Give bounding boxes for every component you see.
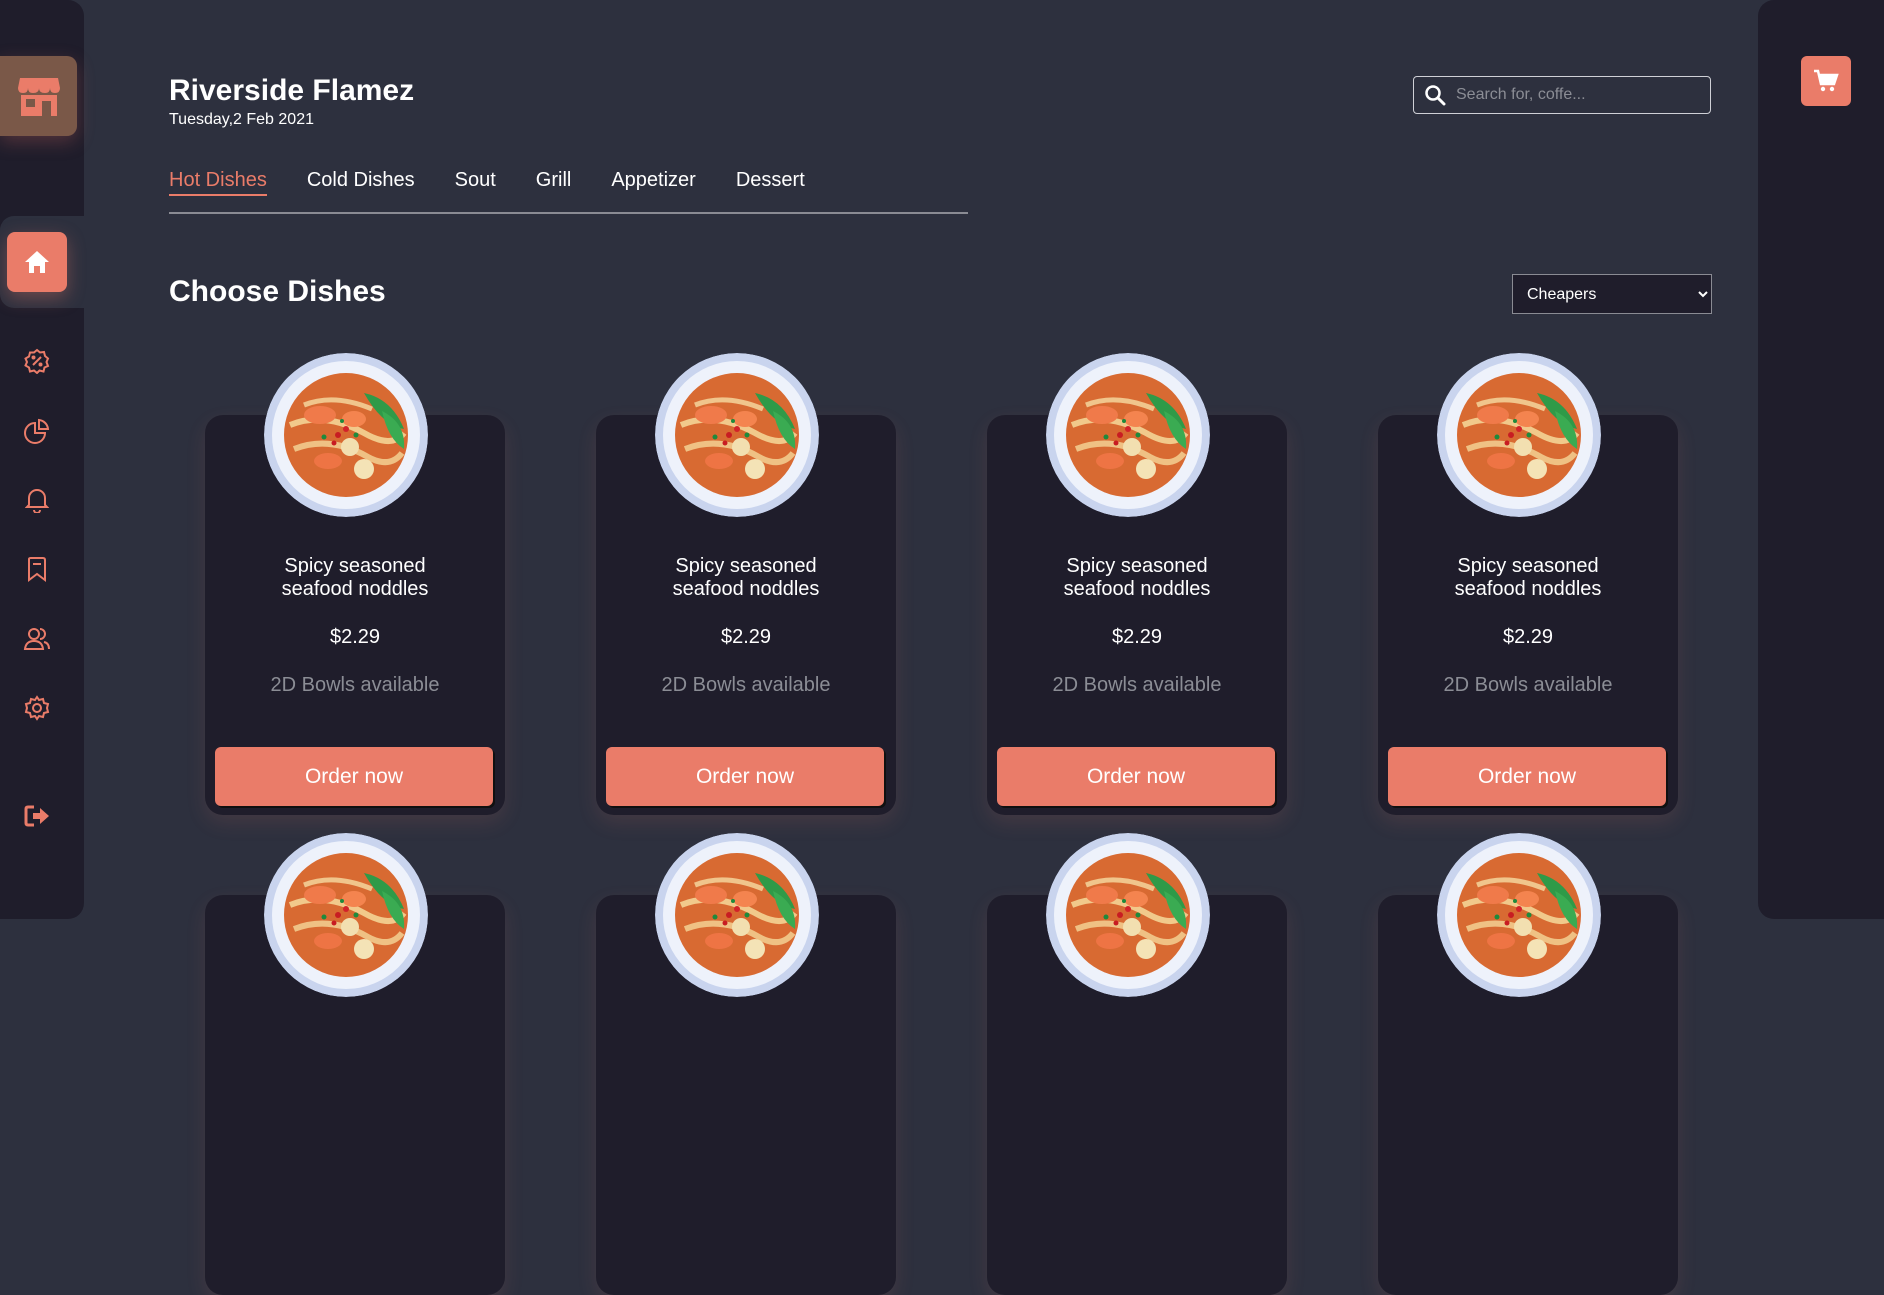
tab-dessert[interactable]: Dessert	[736, 168, 805, 194]
dish-availability: 2D Bowls available	[1052, 674, 1222, 696]
dish-image	[1437, 833, 1601, 997]
sidebar-item-notifications[interactable]	[20, 483, 54, 517]
dish-card: Spicy seasoned seafood noddles $2.29 2D …	[1378, 353, 1678, 815]
dish-card: Spicy seasoned seafood noddles $2.29 2D …	[987, 353, 1287, 815]
dish-availability: 2D Bowls available	[661, 674, 831, 696]
tab-soup[interactable]: Sout	[455, 168, 496, 194]
sidebar-item-home[interactable]	[7, 232, 67, 292]
dish-availability: 2D Bowls available	[270, 674, 440, 696]
tab-cold-dishes[interactable]: Cold Dishes	[307, 168, 415, 194]
bookmark-icon	[28, 557, 46, 582]
dish-image	[264, 833, 428, 997]
dish-price: $2.29	[1111, 626, 1163, 648]
search-input[interactable]	[1454, 85, 1698, 105]
sidebar-item-discount[interactable]	[20, 344, 54, 378]
tab-grill[interactable]: Grill	[536, 168, 572, 194]
logo[interactable]	[0, 56, 77, 136]
dish-card	[987, 833, 1287, 1295]
dish-image	[655, 353, 819, 517]
order-now-button[interactable]: Order now	[215, 747, 493, 806]
dish-name: Spicy seasoned seafood noddles	[672, 555, 820, 600]
dish-card	[1378, 833, 1678, 1295]
cart-icon	[1814, 69, 1839, 92]
dish-name: Spicy seasoned seafood noddles	[1454, 555, 1602, 600]
dish-image	[1046, 353, 1210, 517]
sidebar-item-home-container	[0, 216, 84, 308]
dish-price: $2.29	[720, 626, 772, 648]
dish-image	[264, 353, 428, 517]
dashboard-icon	[24, 418, 50, 444]
dish-name: Spicy seasoned seafood noddles	[1063, 555, 1211, 600]
home-icon	[25, 251, 49, 273]
search-box	[1413, 76, 1711, 114]
sort-select[interactable]: Cheapers	[1512, 274, 1712, 314]
dish-price: $2.29	[329, 626, 381, 648]
dish-price: $2.29	[1502, 626, 1554, 648]
order-now-button[interactable]: Order now	[606, 747, 884, 806]
tab-appetizer[interactable]: Appetizer	[611, 168, 696, 194]
order-now-button[interactable]: Order now	[997, 747, 1275, 806]
dish-image	[1046, 833, 1210, 997]
dish-card: Spicy seasoned seafood noddles $2.29 2D …	[205, 353, 505, 815]
search-icon	[1425, 85, 1446, 106]
dish-card	[205, 833, 505, 1295]
users-icon	[23, 628, 50, 650]
dish-name: Spicy seasoned seafood noddles	[281, 555, 429, 600]
cart-button[interactable]	[1801, 56, 1851, 106]
order-panel	[1758, 0, 1884, 919]
section-title: Choose Dishes	[169, 275, 386, 308]
store-icon	[17, 78, 60, 116]
sidebar	[0, 0, 84, 919]
dish-availability: 2D Bowls available	[1443, 674, 1613, 696]
current-date: Tuesday,2 Feb 2021	[169, 111, 314, 128]
sidebar-item-logout[interactable]	[20, 799, 54, 833]
sidebar-item-bookmarks[interactable]	[20, 552, 54, 586]
dish-card	[596, 833, 896, 1295]
category-tabs: Hot Dishes Cold Dishes Sout Grill Appeti…	[169, 168, 968, 214]
dish-card: Spicy seasoned seafood noddles $2.29 2D …	[596, 353, 896, 815]
dish-image	[1437, 353, 1601, 517]
discount-icon	[24, 348, 50, 374]
page-title: Riverside Flamez	[169, 74, 415, 107]
sidebar-item-users[interactable]	[20, 622, 54, 656]
order-now-button[interactable]: Order now	[1388, 747, 1666, 806]
tab-hot-dishes[interactable]: Hot Dishes	[169, 168, 267, 196]
notification-icon	[25, 489, 49, 513]
dish-image	[655, 833, 819, 997]
sidebar-item-settings[interactable]	[20, 691, 54, 725]
settings-icon	[24, 695, 50, 721]
sidebar-item-dashboard[interactable]	[20, 414, 54, 448]
logout-icon	[24, 805, 49, 827]
